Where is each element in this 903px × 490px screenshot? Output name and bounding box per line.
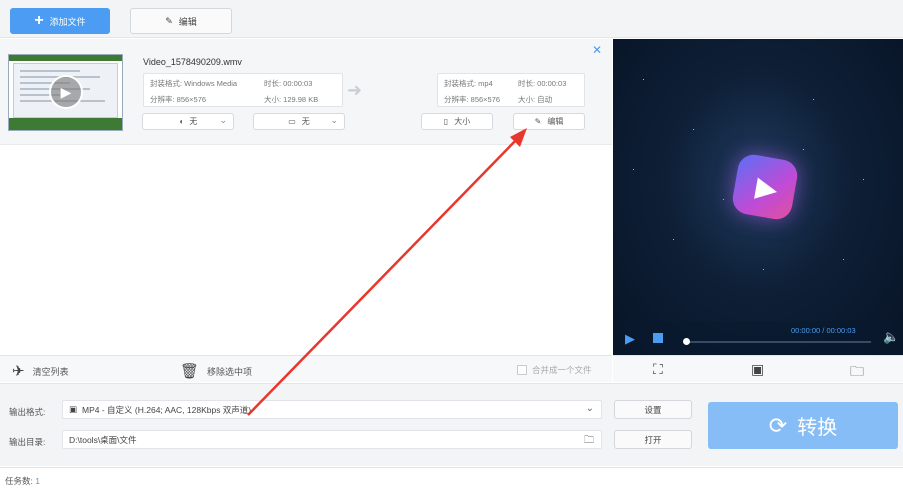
remove-selected-button[interactable]: 🗑 移除选中项 <box>180 362 252 380</box>
player-controls: ▶ 00:00:00 / 00:00:03 🔈 <box>613 321 903 355</box>
output-format-value: MP4 - 自定义 (H.264; AAC, 128Kbps 双声道) <box>82 404 252 415</box>
task-count-value: 1 <box>35 476 40 486</box>
wand-icon: ✎ <box>165 15 173 26</box>
status-bar: 任务数: 1 <box>0 467 903 490</box>
source-info: 封装格式: Windows Media 时长: 00:00:03 分辨率: 85… <box>143 73 343 107</box>
file-edit-button[interactable]: ✎ 编辑 <box>513 113 585 130</box>
target-format: 封装格式: mp4 <box>444 79 493 88</box>
trash-icon: 🗑 <box>180 363 200 380</box>
close-icon[interactable]: ✕ <box>592 43 602 57</box>
video-thumbnail[interactable]: ▶ <box>8 54 123 131</box>
screenshot-icon[interactable]: ⛶ <box>653 361 663 378</box>
size-button-label: 大小 <box>454 117 471 126</box>
output-dir-label: 输出目录: <box>9 437 46 447</box>
open-label: 打开 <box>644 434 662 445</box>
wand-icon: ✎ <box>534 117 542 126</box>
list-actions-bar: ✈ 清空列表 🗑 移除选中项 合并成一个文件 <box>0 355 612 382</box>
source-duration: 时长: 00:00:03 <box>264 79 313 88</box>
document-icon: ▯ <box>443 117 449 126</box>
output-settings: 输出格式: ▣ MP4 - 自定义 (H.264; AAC, 128Kbps 双… <box>0 383 903 466</box>
output-format-select[interactable]: ▣ MP4 - 自定义 (H.264; AAC, 128Kbps 双声道) ⌄ <box>62 400 602 419</box>
subtitle-icon: ▭ <box>288 117 296 126</box>
plus-icon: + <box>34 12 44 29</box>
settings-button[interactable]: 设置 <box>614 400 692 419</box>
size-button[interactable]: ▯ 大小 <box>421 113 493 130</box>
chevron-down-icon: ⌄ <box>585 403 594 414</box>
open-button[interactable]: 打开 <box>614 430 692 449</box>
source-size: 大小: 129.98 KB <box>264 95 319 104</box>
edit-label: 编辑 <box>178 16 197 27</box>
seek-bar[interactable] <box>685 341 871 343</box>
convert-button[interactable]: ⟳ 转换 <box>708 402 898 449</box>
top-toolbar: + 添加文件 ✎ 编辑 <box>0 0 903 38</box>
playback-time: 00:00:00 / 00:00:03 <box>791 326 856 335</box>
clear-list-button[interactable]: ✈ 清空列表 <box>12 362 69 380</box>
folder-icon[interactable]: 🗀 <box>850 361 864 385</box>
target-duration: 时长: 00:00:03 <box>518 79 567 88</box>
video-format-icon: ▣ <box>69 404 78 414</box>
add-file-button[interactable]: + 添加文件 <box>10 8 110 34</box>
output-format-label: 输出格式: <box>9 407 46 417</box>
play-icon: ▶ <box>753 170 781 205</box>
task-count-label: 任务数: <box>5 476 33 486</box>
checkbox[interactable] <box>517 365 527 375</box>
settings-label: 设置 <box>644 404 662 415</box>
merge-label: 合并成一个文件 <box>532 365 592 375</box>
target-resolution: 分辨率: 856×576 <box>444 95 501 104</box>
chevron-down-icon: ⌄ <box>330 115 338 125</box>
seek-handle[interactable] <box>683 338 690 345</box>
play-button[interactable]: ▶ <box>625 331 635 347</box>
audio-track-value: 无 <box>189 117 198 126</box>
stop-button[interactable] <box>653 333 663 343</box>
edit-button[interactable]: ✎ 编辑 <box>130 8 232 34</box>
target-size: 大小: 自动 <box>518 95 553 104</box>
volume-icon[interactable]: 🔈 <box>883 329 899 345</box>
subtitle-select[interactable]: ▭ 无 ⌄ <box>253 113 345 130</box>
source-resolution: 分辨率: 856×576 <box>150 95 207 104</box>
task-count: 任务数: 1 <box>5 475 40 487</box>
subtitle-value: 无 <box>301 117 310 126</box>
refresh-icon: ⟳ <box>768 412 788 438</box>
output-dir-field[interactable]: D:\tools\桌面\文件 🗀 <box>62 430 602 449</box>
output-dir-value: D:\tools\桌面\文件 <box>69 434 137 445</box>
arrow-right-icon: ➜ <box>347 80 363 100</box>
convert-label: 转换 <box>797 417 838 439</box>
remove-selected-label: 移除选中项 <box>207 366 253 377</box>
audio-icon: ◖ <box>178 117 184 126</box>
chevron-down-icon: ⌄ <box>219 115 227 125</box>
source-format: 封装格式: Windows Media <box>150 79 238 88</box>
merge-checkbox[interactable]: 合并成一个文件 <box>517 364 592 376</box>
broom-icon: ✈ <box>12 363 25 380</box>
file-name: Video_1578490209.wmv <box>143 57 242 67</box>
preview-tools-bar: ⛶ ▣ 🗀 <box>613 355 903 382</box>
folder-icon[interactable]: 🗀 <box>584 433 594 450</box>
target-info: 封装格式: mp4 时长: 00:00:03 分辨率: 856×576 大小: … <box>437 73 585 107</box>
image-icon[interactable]: ▣ <box>751 361 764 378</box>
add-file-label: 添加文件 <box>49 16 86 27</box>
video-preview[interactable]: ▶ ▶ 00:00:00 / 00:00:03 🔈 <box>613 39 903 355</box>
file-edit-label: 编辑 <box>547 117 564 126</box>
clear-list-label: 清空列表 <box>32 366 69 377</box>
play-icon: ▶ <box>49 75 83 109</box>
audio-track-select[interactable]: ◖ 无 ⌄ <box>142 113 234 130</box>
app-logo: ▶ <box>730 152 800 222</box>
